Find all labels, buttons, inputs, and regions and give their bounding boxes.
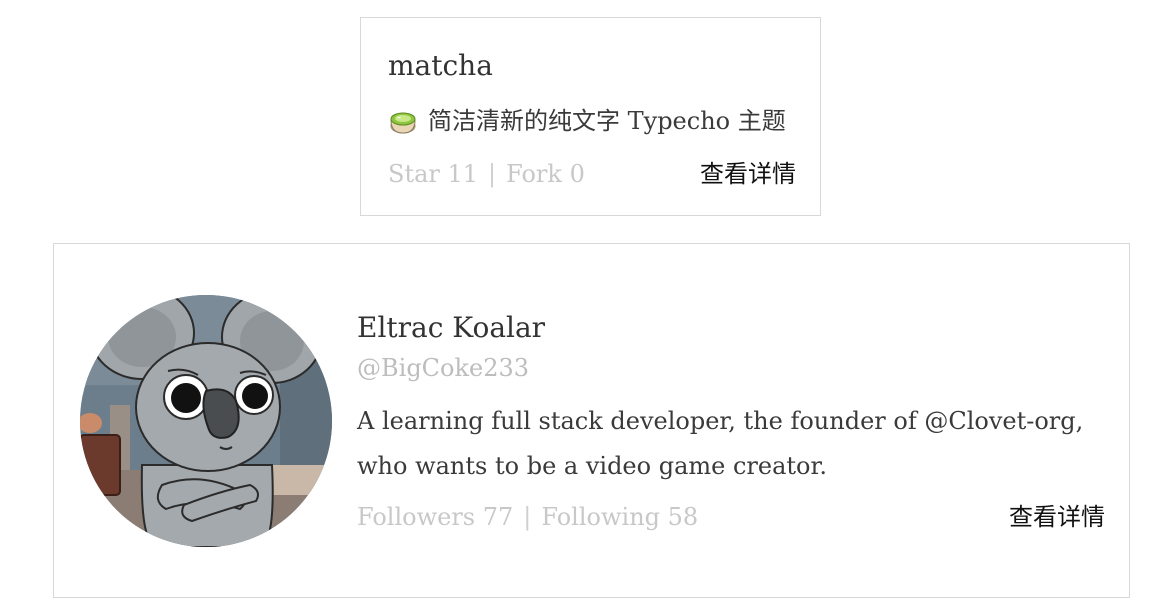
fork-count: Fork 0 <box>506 160 585 188</box>
stats-separator: | <box>488 160 497 188</box>
star-count: Star 11 <box>388 160 479 188</box>
repo-description-text: 简洁清新的纯文字 Typecho 主题 <box>428 107 786 135</box>
user-bio: A learning full stack developer, the fou… <box>357 407 1084 480</box>
user-card: Eltrac Koalar @BigCoke233 A learning ful… <box>53 243 1130 598</box>
user-view-details-link[interactable]: 查看详情 <box>1009 500 1105 534</box>
koala-avatar <box>80 295 332 547</box>
repo-name[interactable]: matcha <box>388 48 493 84</box>
repo-stats: Star 11 | Fork 0 <box>388 157 585 191</box>
user-name[interactable]: Eltrac Koalar <box>357 310 545 346</box>
repo-description: 简洁清新的纯文字 Typecho 主题 <box>388 104 786 138</box>
repo-card: matcha 简洁清新的纯文字 Typecho 主题 Star 11 | Fork … <box>360 17 821 216</box>
user-stats: Followers 77 | Following 58 <box>357 500 698 534</box>
followers-count: Followers 77 <box>357 503 514 531</box>
following-count: Following 58 <box>541 503 699 531</box>
stats-separator: | <box>523 503 532 531</box>
user-handle[interactable]: @BigCoke233 <box>357 351 529 385</box>
matcha-icon <box>388 106 418 136</box>
repo-view-details-link[interactable]: 查看详情 <box>700 157 796 191</box>
